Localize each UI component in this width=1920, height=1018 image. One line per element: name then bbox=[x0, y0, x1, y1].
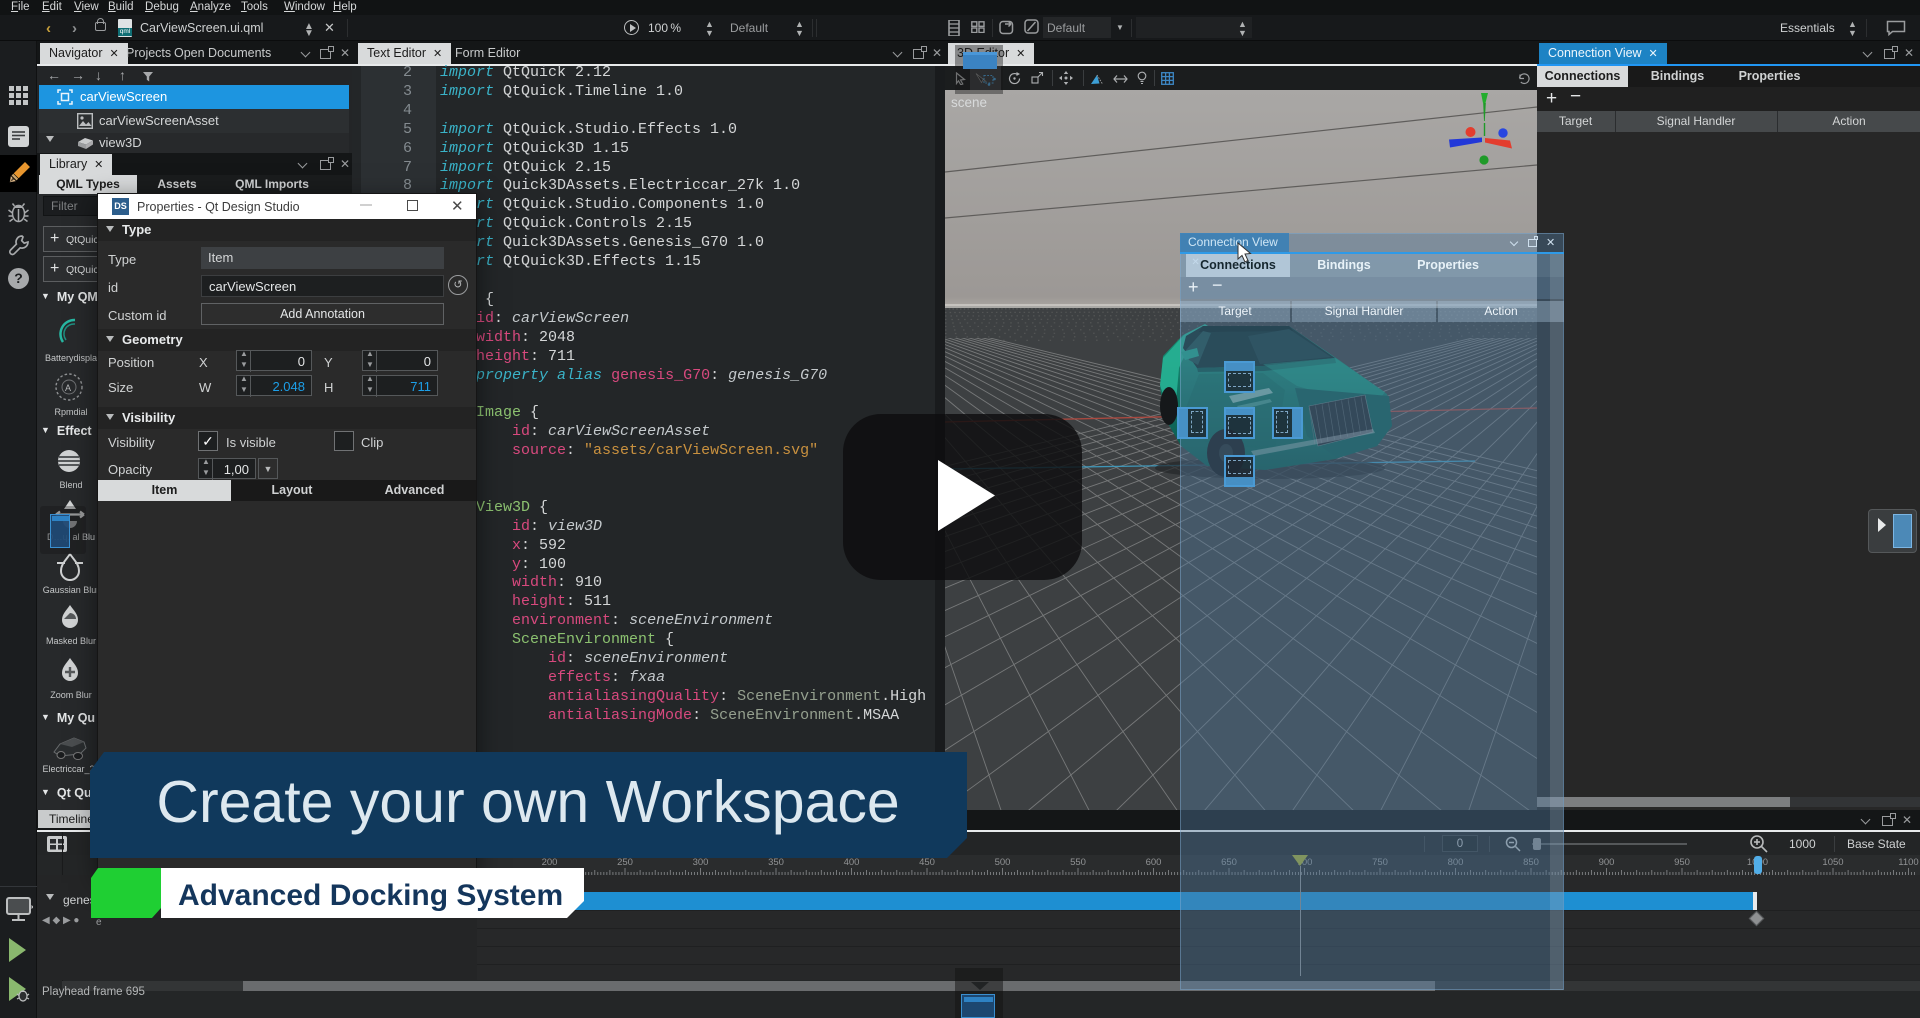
svg-text:900: 900 bbox=[1599, 857, 1615, 868]
svg-text:600: 600 bbox=[1146, 857, 1162, 868]
svg-text:scene: scene bbox=[951, 95, 987, 110]
svg-text:650: 650 bbox=[1221, 857, 1237, 868]
svg-text:950: 950 bbox=[1674, 857, 1690, 868]
svg-text:1050: 1050 bbox=[1822, 857, 1843, 868]
svg-text:1100: 1100 bbox=[1898, 857, 1918, 868]
svg-text:450: 450 bbox=[919, 857, 935, 868]
svg-text:200: 200 bbox=[542, 857, 558, 868]
svg-text:A: A bbox=[65, 383, 71, 393]
svg-text:500: 500 bbox=[995, 857, 1011, 868]
svg-text:350: 350 bbox=[768, 857, 784, 868]
svg-text:400: 400 bbox=[844, 857, 860, 868]
svg-text:800: 800 bbox=[1448, 857, 1464, 868]
svg-text:550: 550 bbox=[1070, 857, 1086, 868]
svg-text:250: 250 bbox=[617, 857, 633, 868]
svg-text:750: 750 bbox=[1372, 857, 1388, 868]
svg-text:850: 850 bbox=[1523, 857, 1539, 868]
svg-text:300: 300 bbox=[693, 857, 709, 868]
